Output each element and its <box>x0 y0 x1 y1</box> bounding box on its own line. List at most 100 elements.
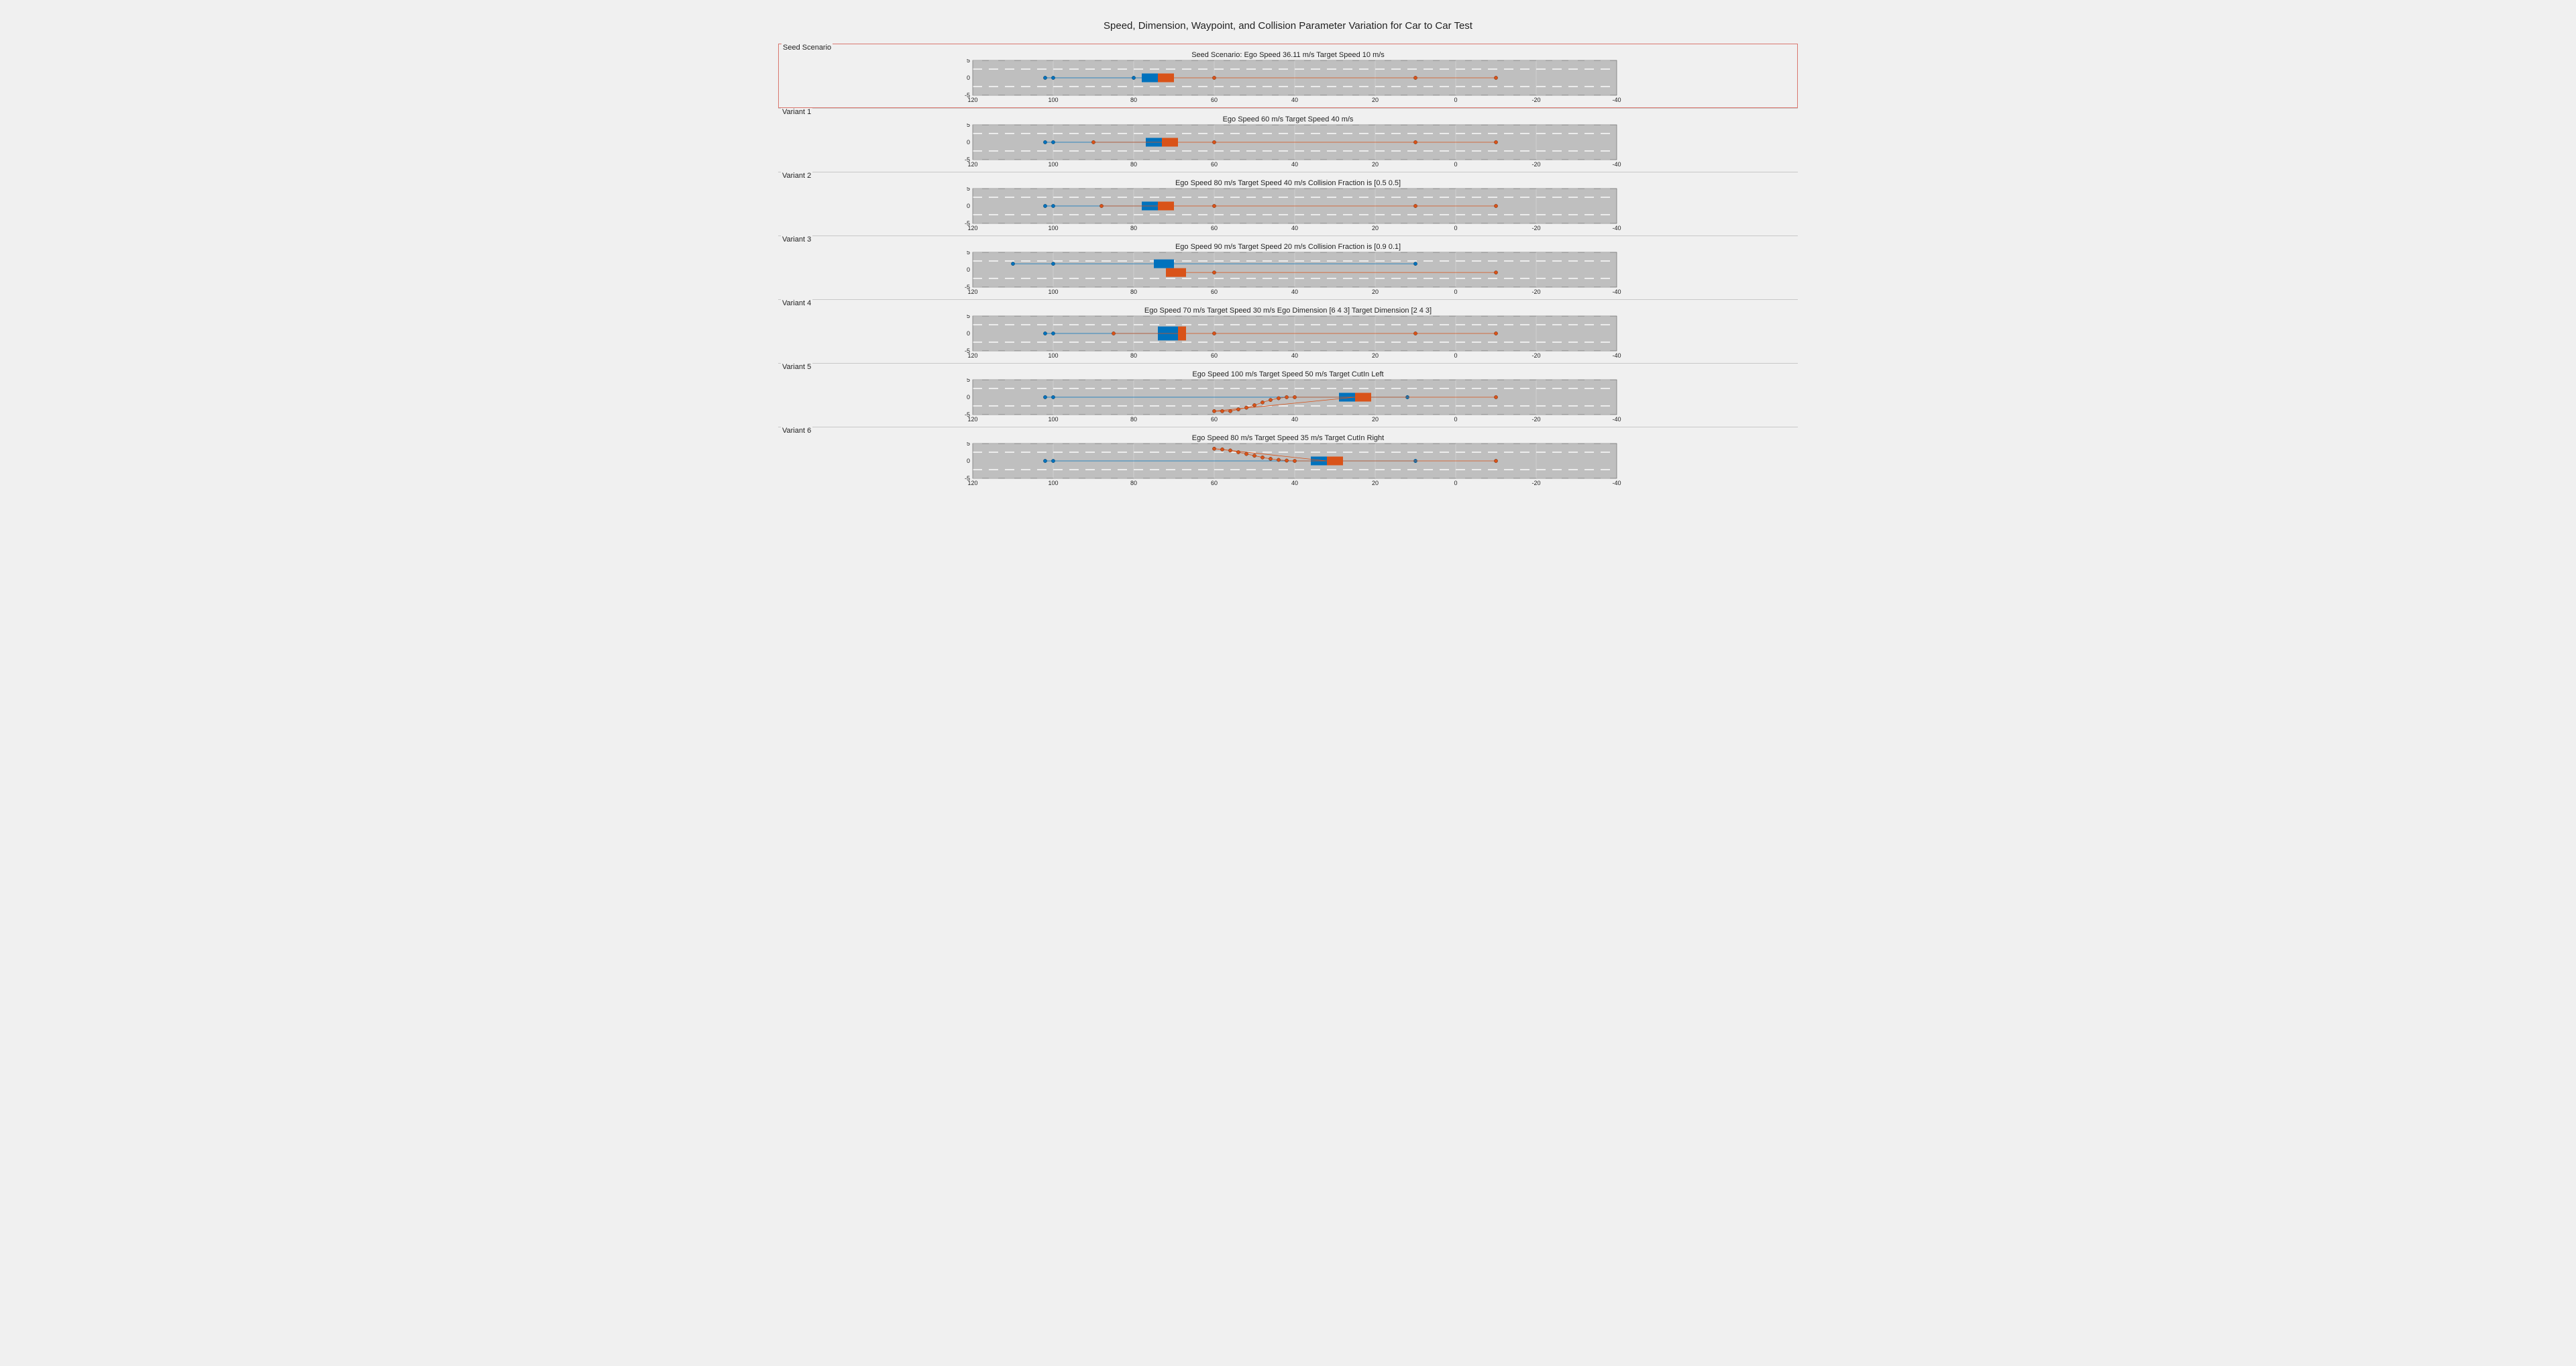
panel-label: Variant 1 <box>781 108 812 116</box>
svg-text:40: 40 <box>1291 97 1298 103</box>
svg-text:-40: -40 <box>1612 225 1621 231</box>
svg-text:0: 0 <box>967 330 970 337</box>
panel-1: Variant 1Ego Speed 60 m/s Target Speed 4… <box>778 108 1798 172</box>
svg-text:60: 60 <box>1211 161 1218 168</box>
subplot-title: Seed Scenario: Ego Speed 36.11 m/s Targe… <box>783 51 1793 59</box>
svg-text:-20: -20 <box>1532 161 1540 168</box>
svg-text:120: 120 <box>967 288 977 295</box>
svg-text:0: 0 <box>967 139 970 146</box>
panel-0: Seed ScenarioSeed Scenario: Ego Speed 36… <box>778 44 1798 108</box>
svg-text:-20: -20 <box>1532 480 1540 486</box>
scenario-plot: -505120100806040200-20-40 <box>953 442 1623 488</box>
scenario-plot: -505120100806040200-20-40 <box>953 59 1623 105</box>
svg-text:-20: -20 <box>1532 97 1540 103</box>
svg-text:100: 100 <box>1048 352 1058 359</box>
svg-text:100: 100 <box>1048 161 1058 168</box>
svg-text:20: 20 <box>1372 352 1379 359</box>
svg-text:80: 80 <box>1130 225 1137 231</box>
scenario-plot: -505120100806040200-20-40 <box>953 251 1623 297</box>
svg-text:120: 120 <box>967 480 977 486</box>
panel-6: Variant 6Ego Speed 80 m/s Target Speed 3… <box>778 427 1798 490</box>
svg-text:40: 40 <box>1291 480 1298 486</box>
svg-text:-40: -40 <box>1612 352 1621 359</box>
svg-text:0: 0 <box>967 458 970 464</box>
svg-text:0: 0 <box>967 203 970 209</box>
svg-text:100: 100 <box>1048 480 1058 486</box>
svg-text:20: 20 <box>1372 416 1379 423</box>
svg-text:100: 100 <box>1048 97 1058 103</box>
scenario-plot: -505120100806040200-20-40 <box>953 123 1623 169</box>
scenario-plot: -505120100806040200-20-40 <box>953 378 1623 424</box>
svg-text:120: 120 <box>967 416 977 423</box>
panels-container: Seed ScenarioSeed Scenario: Ego Speed 36… <box>778 44 1798 490</box>
svg-text:5: 5 <box>967 251 970 256</box>
svg-text:120: 120 <box>967 225 977 231</box>
svg-text:40: 40 <box>1291 225 1298 231</box>
svg-text:0: 0 <box>1454 225 1457 231</box>
svg-text:5: 5 <box>967 123 970 128</box>
svg-text:5: 5 <box>967 378 970 383</box>
svg-text:5: 5 <box>967 187 970 192</box>
subplot-title: Ego Speed 80 m/s Target Speed 40 m/s Col… <box>782 179 1794 187</box>
svg-text:100: 100 <box>1048 416 1058 423</box>
svg-text:0: 0 <box>1454 288 1457 295</box>
svg-text:40: 40 <box>1291 161 1298 168</box>
panel-4: Variant 4Ego Speed 70 m/s Target Speed 3… <box>778 299 1798 363</box>
page-title: Speed, Dimension, Waypoint, and Collisio… <box>778 20 1798 32</box>
svg-text:5: 5 <box>967 442 970 447</box>
svg-text:0: 0 <box>1454 97 1457 103</box>
svg-text:-20: -20 <box>1532 225 1540 231</box>
svg-text:120: 120 <box>967 97 977 103</box>
svg-text:5: 5 <box>967 315 970 319</box>
svg-text:0: 0 <box>1454 352 1457 359</box>
svg-text:60: 60 <box>1211 352 1218 359</box>
svg-text:60: 60 <box>1211 225 1218 231</box>
svg-text:0: 0 <box>1454 416 1457 423</box>
svg-text:120: 120 <box>967 161 977 168</box>
svg-text:120: 120 <box>967 352 977 359</box>
svg-text:-20: -20 <box>1532 288 1540 295</box>
svg-text:100: 100 <box>1048 288 1058 295</box>
svg-text:60: 60 <box>1211 97 1218 103</box>
svg-text:80: 80 <box>1130 161 1137 168</box>
svg-text:80: 80 <box>1130 288 1137 295</box>
panel-label: Variant 4 <box>781 299 812 307</box>
svg-text:60: 60 <box>1211 480 1218 486</box>
svg-text:0: 0 <box>1454 161 1457 168</box>
svg-text:-40: -40 <box>1612 416 1621 423</box>
svg-text:80: 80 <box>1130 352 1137 359</box>
svg-text:-40: -40 <box>1612 97 1621 103</box>
svg-text:20: 20 <box>1372 288 1379 295</box>
svg-text:0: 0 <box>967 74 970 81</box>
svg-text:-20: -20 <box>1532 416 1540 423</box>
svg-text:0: 0 <box>1454 480 1457 486</box>
svg-text:60: 60 <box>1211 416 1218 423</box>
panel-2: Variant 2Ego Speed 80 m/s Target Speed 4… <box>778 172 1798 235</box>
svg-text:20: 20 <box>1372 225 1379 231</box>
svg-text:100: 100 <box>1048 225 1058 231</box>
subplot-title: Ego Speed 80 m/s Target Speed 35 m/s Tar… <box>782 434 1794 442</box>
svg-text:40: 40 <box>1291 416 1298 423</box>
subplot-title: Ego Speed 100 m/s Target Speed 50 m/s Ta… <box>782 370 1794 378</box>
svg-text:-40: -40 <box>1612 288 1621 295</box>
scenario-plot: -505120100806040200-20-40 <box>953 315 1623 360</box>
svg-text:-40: -40 <box>1612 161 1621 168</box>
svg-text:80: 80 <box>1130 416 1137 423</box>
panel-label: Variant 3 <box>781 235 812 244</box>
svg-text:5: 5 <box>967 59 970 64</box>
svg-text:20: 20 <box>1372 161 1379 168</box>
panel-label: Variant 2 <box>781 172 812 180</box>
svg-text:-20: -20 <box>1532 352 1540 359</box>
svg-text:0: 0 <box>967 394 970 401</box>
svg-text:20: 20 <box>1372 480 1379 486</box>
scenario-plot: -505120100806040200-20-40 <box>953 187 1623 233</box>
panel-label: Variant 5 <box>781 363 812 371</box>
panel-3: Variant 3Ego Speed 90 m/s Target Speed 2… <box>778 235 1798 299</box>
svg-text:0: 0 <box>967 266 970 273</box>
svg-text:-40: -40 <box>1612 480 1621 486</box>
svg-text:40: 40 <box>1291 288 1298 295</box>
svg-text:40: 40 <box>1291 352 1298 359</box>
panel-label: Seed Scenario <box>782 44 833 52</box>
panel-label: Variant 6 <box>781 427 812 435</box>
svg-text:80: 80 <box>1130 480 1137 486</box>
